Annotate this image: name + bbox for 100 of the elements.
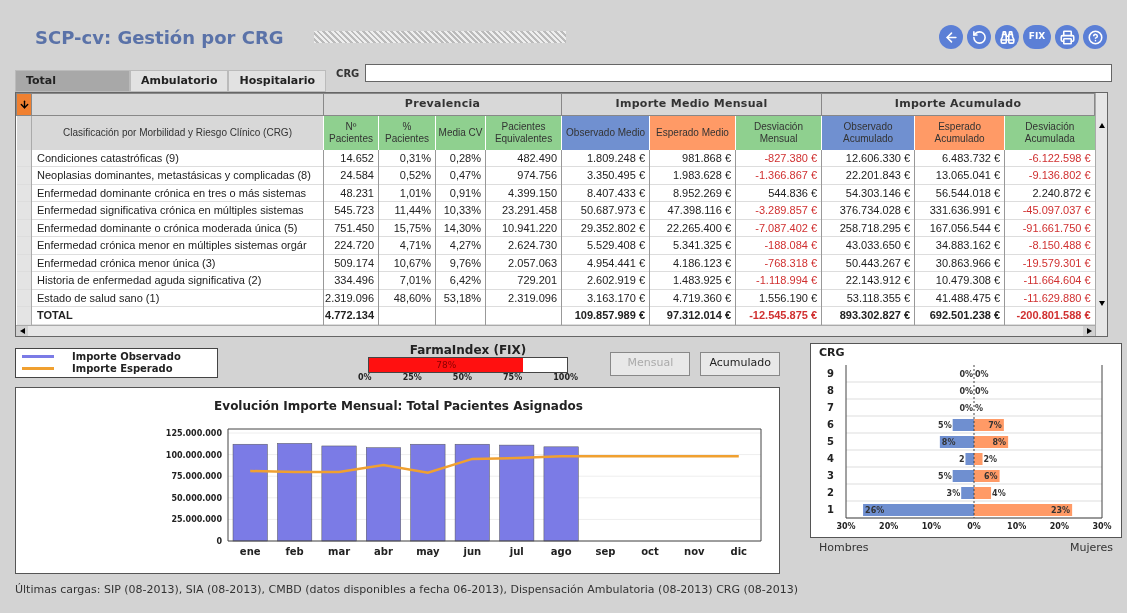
table-cell: 2.319.096	[323, 289, 379, 307]
horizontal-scrollbar[interactable]	[16, 324, 1096, 336]
y-tick-label: 50.000.000	[171, 493, 222, 503]
table-cell: 0,28%	[435, 149, 486, 167]
x-tick-label: 0%	[967, 521, 981, 531]
table-cell: 48.231	[323, 184, 379, 202]
table-cell: -1.366.867 €	[735, 166, 822, 184]
table-cell: 1.809.248 €	[561, 149, 650, 167]
fix-button[interactable]: FIX	[1023, 25, 1051, 49]
table-cell: 10,33%	[435, 201, 486, 219]
category-label: 7	[827, 401, 834, 413]
table-cell: 751.450	[323, 219, 379, 237]
table-cell: 15,75%	[378, 219, 436, 237]
x-tick-label: jun	[463, 545, 482, 557]
table-cell: -200.801.588 €	[1004, 306, 1095, 324]
table-cell: 29.352.802 €	[561, 219, 650, 237]
table-cell: -45.097.037 €	[1004, 201, 1095, 219]
table-cell: 4.399.150	[485, 184, 562, 202]
table-cell: 1.983.628 €	[649, 166, 736, 184]
table-cell: 30.863.966 €	[914, 254, 1005, 272]
data-label: 2	[958, 454, 965, 464]
table-cell: 14.652	[323, 149, 379, 167]
bar	[974, 452, 983, 465]
scroll-up-icon[interactable]	[1098, 122, 1105, 128]
table-cell: -1.118.994 €	[735, 271, 822, 289]
tab[interactable]: Total	[15, 70, 130, 92]
data-label: 0%	[959, 369, 973, 379]
tab[interactable]: Ambulatorio	[130, 70, 229, 92]
row-label: Enfermedad dominante o crónica moderada única (5)	[31, 219, 324, 237]
table-cell: -3.289.857 €	[735, 201, 822, 219]
print-icon[interactable]	[1055, 25, 1079, 49]
x-tick-label: may	[416, 545, 440, 557]
crg-input-field[interactable]	[365, 64, 1112, 82]
refresh-icon[interactable]	[967, 25, 991, 49]
table-cell: 224.720	[323, 236, 379, 254]
window-title: SCP-cv: Gestión por CRG	[35, 25, 284, 50]
table-cell: 0,52%	[378, 166, 436, 184]
column-header: Clasificación por Morbilidad y Riesgo Clínico (CRG)	[31, 115, 324, 150]
table-cell: 4.186.123 €	[649, 254, 736, 272]
binoculars-icon[interactable]	[995, 25, 1019, 49]
bar	[974, 418, 1004, 431]
table-cell: -8.150.488 €	[1004, 236, 1095, 254]
table-cell: 376.734.028 €	[821, 201, 915, 219]
scroll-right-icon[interactable]	[1086, 327, 1092, 334]
help-icon[interactable]	[1083, 25, 1107, 49]
table-cell: 34.883.162 €	[914, 236, 1005, 254]
x-tick-label: oct	[641, 545, 659, 557]
table-cell: -6.122.598 €	[1004, 149, 1095, 167]
table-cell: 0,31%	[378, 149, 436, 167]
table-cell: 893.302.827 €	[821, 306, 915, 324]
table-cell: 5.529.408 €	[561, 236, 650, 254]
table-cell: 2.602.919 €	[561, 271, 650, 289]
table-cell: 692.501.238 €	[914, 306, 1005, 324]
sort-arrow-icon[interactable]	[18, 99, 30, 110]
table-cell: -12.545.875 €	[735, 306, 822, 324]
vertical-scrollbar[interactable]	[1095, 93, 1108, 336]
column-header: Esperado Medio	[649, 115, 736, 150]
table-cell: 9,76%	[435, 254, 486, 272]
x-tick-label: dic	[730, 545, 748, 557]
category-label: 5	[827, 435, 834, 447]
row-label: Estado de salud sano (1)	[31, 289, 324, 307]
table-cell: 4,27%	[435, 236, 486, 254]
scroll-left-icon[interactable]	[19, 327, 25, 334]
table-cell: 1.556.190 €	[735, 289, 822, 307]
legend-label: Importe Observado	[72, 350, 181, 363]
table-cell: -7.087.402 €	[735, 219, 822, 237]
table-cell: 14,30%	[435, 219, 486, 237]
axis-title: CRG	[819, 346, 846, 359]
scroll-down-icon[interactable]	[1098, 301, 1105, 306]
table-cell: 48,60%	[378, 289, 436, 307]
row-label: Enfermedad crónica menor en múltiples sistemas orgár	[31, 236, 324, 254]
row-label: Neoplasias dominantes, metastásicas y complicadas (8)	[31, 166, 324, 184]
row-label: Enfermedad crónica menor única (3)	[31, 254, 324, 272]
table-cell: 23.291.458	[485, 201, 562, 219]
table-cell: 7,01%	[378, 271, 436, 289]
x-tick-label: sep	[595, 545, 616, 557]
group-header: Importe Acumulado	[821, 93, 1095, 116]
table-cell: 0,47%	[435, 166, 486, 184]
tick-label: 0%	[358, 372, 372, 383]
bar	[974, 435, 1009, 448]
table-cell: 509.174	[323, 254, 379, 272]
y-tick-label: 100.000.000	[165, 450, 222, 460]
data-label: 5%	[938, 471, 952, 481]
table-cell: 10,67%	[378, 254, 436, 272]
tab[interactable]: Hospitalario	[228, 70, 327, 92]
table-cell: 3.163.170 €	[561, 289, 650, 307]
table-cell: 11,44%	[378, 201, 436, 219]
table-cell: 334.496	[323, 271, 379, 289]
table-cell: 6.483.732 €	[914, 149, 1005, 167]
table-cell: -19.579.301 €	[1004, 254, 1095, 272]
table-cell: -188.084 €	[735, 236, 822, 254]
back-icon[interactable]	[939, 25, 963, 49]
gauge-title: FarmaIndex (FIX)	[409, 342, 527, 357]
category-label: 2	[827, 486, 834, 498]
bar	[939, 435, 974, 448]
data-label: 5%	[938, 420, 952, 430]
data-label: 0%	[959, 386, 973, 396]
data-label: 0%	[959, 403, 973, 413]
toggle-button[interactable]: Acumulado	[700, 351, 780, 376]
data-label: 2%	[983, 454, 998, 464]
